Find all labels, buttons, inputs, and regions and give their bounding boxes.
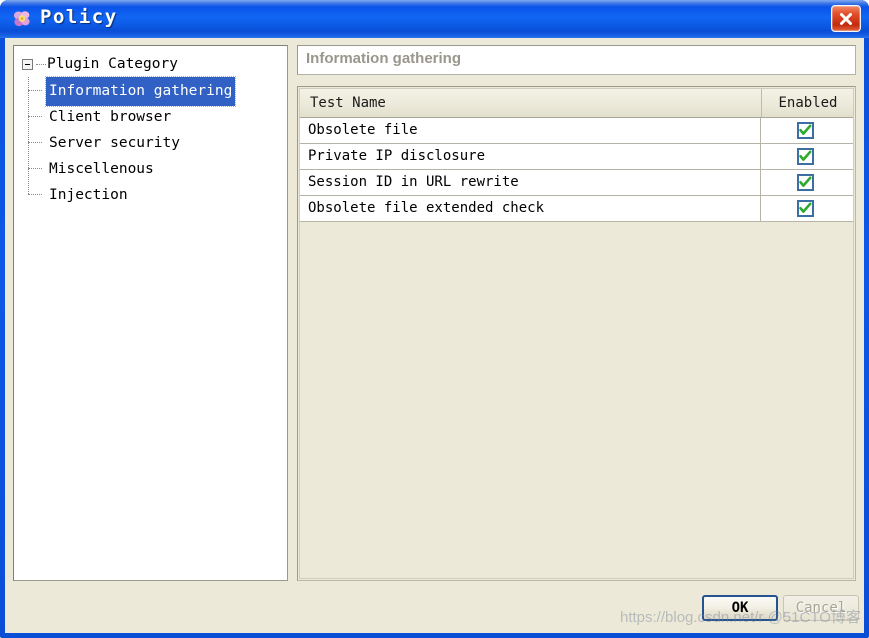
table-row[interactable]: Private IP disclosure bbox=[300, 144, 853, 170]
column-header-test-name[interactable]: Test Name bbox=[310, 89, 386, 117]
tree-children: Information gathering Client browser Ser… bbox=[28, 76, 287, 207]
tree-item-label: Miscellenous bbox=[49, 161, 154, 177]
tree-connector bbox=[36, 64, 46, 65]
tree-item-miscellenous[interactable]: Miscellenous bbox=[28, 155, 287, 181]
tree-item-label: Information gathering bbox=[44, 76, 237, 107]
tree-root-node[interactable]: Plugin Category bbox=[14, 52, 287, 77]
enabled-checkbox[interactable] bbox=[797, 122, 814, 139]
enabled-cell bbox=[760, 170, 853, 195]
column-header-enabled[interactable]: Enabled bbox=[761, 89, 853, 117]
tree-item-label: Client browser bbox=[49, 109, 172, 125]
close-icon[interactable] bbox=[831, 5, 861, 32]
cancel-button[interactable]: Cancel bbox=[783, 595, 859, 621]
tree-item-client-browser[interactable]: Client browser bbox=[28, 103, 287, 129]
tests-grid-inner: Test Name Enabled Obsolete file Private … bbox=[299, 88, 854, 579]
tests-grid-header: Test Name Enabled bbox=[300, 89, 853, 118]
test-name-cell: Session ID in URL rewrite bbox=[308, 174, 519, 190]
dialog-client-area: Plugin Category Information gathering Cl… bbox=[5, 38, 864, 633]
title-bar: Policy bbox=[0, 0, 869, 38]
ok-button[interactable]: OK bbox=[702, 595, 778, 621]
tree-item-label: Injection bbox=[49, 187, 128, 203]
detail-panel: Information gathering Test Name Enabled … bbox=[297, 45, 856, 581]
enabled-checkbox[interactable] bbox=[797, 148, 814, 165]
category-title-box: Information gathering bbox=[297, 45, 856, 75]
table-row[interactable]: Session ID in URL rewrite bbox=[300, 170, 853, 196]
plugin-category-tree: Plugin Category Information gathering Cl… bbox=[14, 46, 287, 207]
tree-item-information-gathering[interactable]: Information gathering bbox=[28, 76, 287, 107]
tree-connector bbox=[28, 194, 42, 195]
test-name-cell: Private IP disclosure bbox=[308, 148, 486, 164]
enabled-cell bbox=[760, 144, 853, 169]
tests-grid: Test Name Enabled Obsolete file Private … bbox=[297, 86, 856, 581]
table-row[interactable]: Obsolete file bbox=[300, 118, 853, 144]
enabled-cell bbox=[760, 196, 853, 221]
table-row[interactable]: Obsolete file extended check bbox=[300, 196, 853, 222]
panel-splitter[interactable] bbox=[290, 45, 296, 581]
tree-item-label: Server security bbox=[49, 135, 180, 151]
tests-grid-body: Obsolete file Private IP disclosure Sess… bbox=[300, 118, 853, 578]
plugin-category-tree-panel[interactable]: Plugin Category Information gathering Cl… bbox=[13, 45, 288, 581]
tree-item-server-security[interactable]: Server security bbox=[28, 129, 287, 155]
minus-box-icon[interactable] bbox=[22, 59, 33, 70]
tree-connector bbox=[28, 168, 42, 169]
test-name-cell: Obsolete file extended check bbox=[308, 200, 545, 216]
tree-connector bbox=[28, 90, 42, 91]
enabled-checkbox[interactable] bbox=[797, 200, 814, 217]
window-title: Policy bbox=[40, 6, 118, 28]
test-name-cell: Obsolete file bbox=[308, 122, 418, 138]
tree-root-label: Plugin Category bbox=[47, 56, 178, 72]
tree-connector bbox=[28, 116, 42, 117]
policy-window: Policy Plugin Category Information gathe… bbox=[0, 0, 869, 638]
tree-connector bbox=[28, 142, 42, 143]
enabled-checkbox[interactable] bbox=[797, 174, 814, 191]
category-title: Information gathering bbox=[306, 50, 461, 67]
tree-item-injection[interactable]: Injection bbox=[28, 181, 287, 207]
enabled-cell bbox=[760, 118, 853, 143]
flower-app-icon bbox=[11, 8, 33, 30]
